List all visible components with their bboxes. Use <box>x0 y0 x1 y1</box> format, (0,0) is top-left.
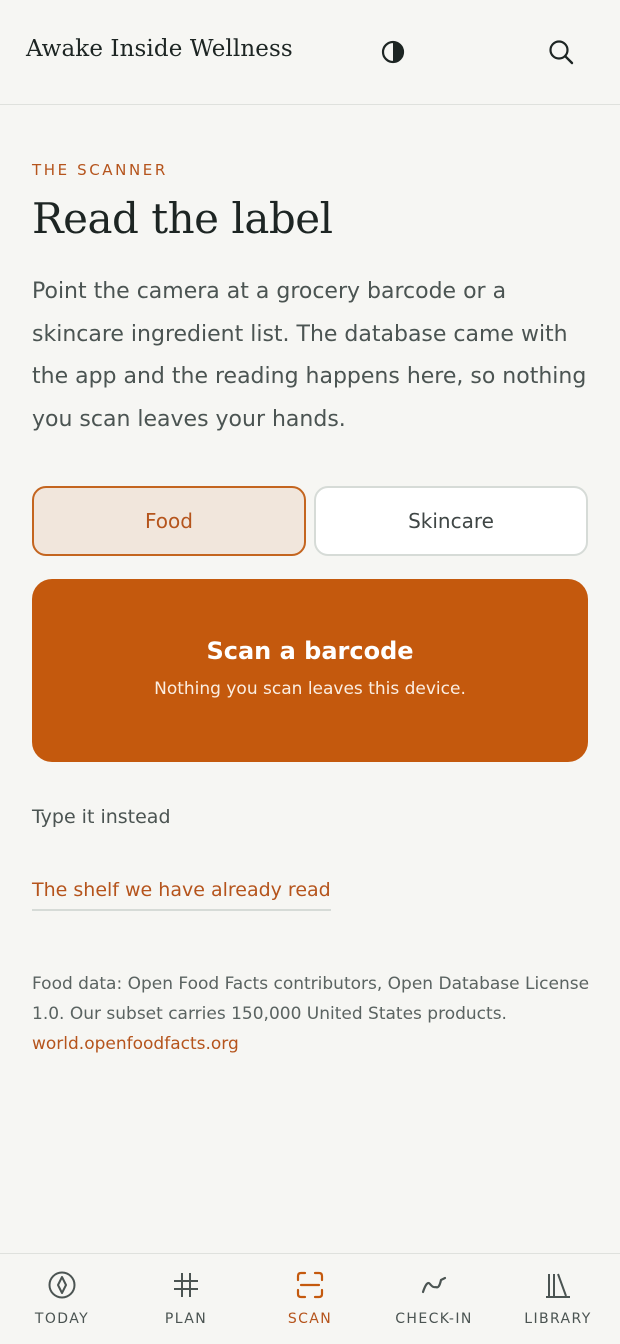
intro-paragraph: Point the camera at a grocery barcode or… <box>32 279 587 432</box>
attribution-text: Food data: Open Food Facts contributors,… <box>32 974 590 1024</box>
tab-label: LIBRARY <box>524 1311 592 1327</box>
compass-icon <box>47 1270 77 1300</box>
scan-barcode-button[interactable]: Scan a barcode Nothing you scan leaves t… <box>32 579 588 762</box>
brand-title: Awake Inside Wellness <box>26 36 293 62</box>
pulse-icon <box>419 1270 449 1300</box>
tab-plan[interactable]: PLAN <box>124 1254 248 1344</box>
segment-food-label: Food <box>145 509 193 533</box>
segment-food[interactable]: Food <box>32 486 306 556</box>
app-header: Awake Inside Wellness <box>0 0 620 105</box>
data-attribution: Food data: Open Food Facts contributors,… <box>32 969 592 1059</box>
tab-label: PLAN <box>164 1311 208 1327</box>
segment-skincare[interactable]: Skincare <box>314 486 588 556</box>
tab-label: TODAY <box>34 1311 90 1327</box>
tab-today[interactable]: TODAY <box>0 1254 124 1344</box>
books-icon <box>543 1270 573 1300</box>
tab-label: CHECK-IN <box>395 1311 473 1327</box>
bottom-tab-bar: TODAY PLAN SCAN CHECK-IN LIBRARY <box>0 1253 620 1344</box>
scan-button-subtitle: Nothing you scan leaves this device. <box>154 678 466 699</box>
contrast-icon[interactable] <box>379 38 407 66</box>
tab-check-in[interactable]: CHECK-IN <box>372 1254 496 1344</box>
grid-icon <box>171 1270 201 1300</box>
type-instead-link[interactable]: Type it instead <box>32 806 171 828</box>
tab-library[interactable]: LIBRARY <box>496 1254 620 1344</box>
scan-icon <box>295 1270 325 1300</box>
section-eyebrow: THE SCANNER <box>32 161 168 179</box>
page-title: Read the label <box>32 194 333 243</box>
shelf-link[interactable]: The shelf we have already read <box>32 879 331 911</box>
tab-scan[interactable]: SCAN <box>248 1254 372 1344</box>
scan-button-title: Scan a barcode <box>206 636 414 665</box>
tab-label: SCAN <box>287 1311 333 1327</box>
attribution-link[interactable]: world.openfoodfacts.org <box>32 1029 592 1059</box>
search-icon[interactable] <box>547 38 575 66</box>
segment-skincare-label: Skincare <box>408 509 494 533</box>
